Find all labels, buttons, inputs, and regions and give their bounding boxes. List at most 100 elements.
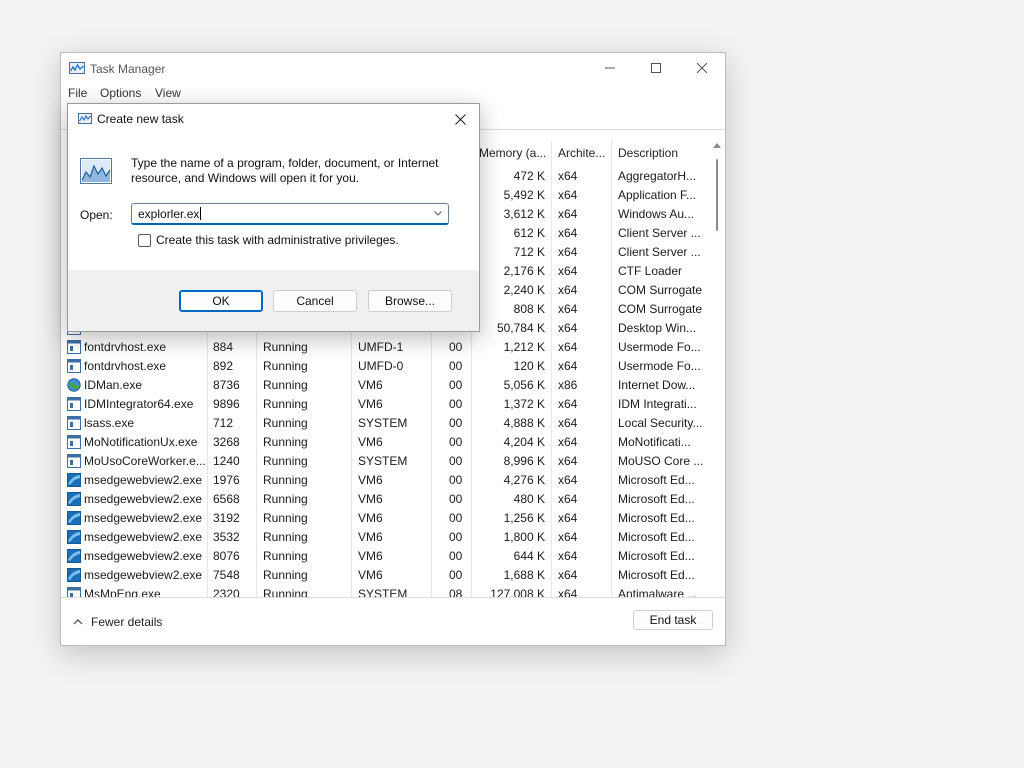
- task-manager-titlebar[interactable]: Task Manager: [61, 53, 725, 83]
- maximize-button[interactable]: [633, 53, 679, 83]
- column-header-description[interactable]: Description: [618, 141, 708, 165]
- minimize-button[interactable]: [587, 53, 633, 83]
- cancel-button[interactable]: Cancel: [273, 290, 357, 312]
- cell-pid: 6568: [213, 492, 240, 506]
- close-icon: [454, 113, 466, 125]
- scroll-up-arrow-icon[interactable]: [713, 143, 721, 148]
- cell-name: MsMpEng.exe: [84, 587, 161, 597]
- cell-name: msedgewebview2.exe: [84, 511, 203, 525]
- dialog-footer: OK Cancel Browse...: [68, 270, 479, 331]
- cell-user: UMFD-1: [358, 340, 404, 354]
- table-row[interactable]: msedgewebview2.exe 7548 Running VM6 00 1,688 …: [61, 566, 707, 585]
- table-row[interactable]: fontdrvhost.exe 884 Running UMFD-1 00 1,212 K…: [61, 338, 707, 357]
- cell-memory: 3,612 K: [503, 207, 545, 221]
- cell-status: Running: [263, 530, 308, 544]
- cell-arch: x64: [558, 568, 578, 582]
- table-row[interactable]: fontdrvhost.exe 892 Running UMFD-0 00 120 K x6…: [61, 357, 707, 376]
- menu-options[interactable]: Options: [100, 86, 141, 100]
- ok-button[interactable]: OK: [179, 290, 263, 312]
- cell-arch: x64: [558, 435, 578, 449]
- cell-status: Running: [263, 492, 308, 506]
- table-row[interactable]: IDMan.exe 8736 Running VM6 00 5,056 K x86 Inter…: [61, 376, 707, 395]
- cell-cpu: 00: [449, 511, 463, 525]
- edge-webview-icon: [67, 549, 81, 563]
- table-row[interactable]: MoNotificationUx.exe 3268 Running VM6 00 4,20…: [61, 433, 707, 452]
- cell-status: Running: [263, 340, 308, 354]
- cell-status: Running: [263, 416, 308, 430]
- cell-description: Microsoft Ed...: [618, 549, 695, 563]
- cell-arch: x64: [558, 416, 578, 430]
- cell-cpu: 00: [449, 454, 463, 468]
- cell-memory: 1,688 K: [503, 568, 545, 582]
- cell-arch: x86: [558, 378, 578, 392]
- cell-description: Local Security...: [618, 416, 703, 430]
- table-row[interactable]: MsMpEng.exe 2320 Running SYSTEM 08 127,008 K x…: [61, 585, 707, 597]
- vertical-scrollbar[interactable]: [711, 143, 723, 597]
- table-row[interactable]: lsass.exe 712 Running SYSTEM 00 4,888 K x64 Loc…: [61, 414, 707, 433]
- cell-arch: x64: [558, 511, 578, 525]
- cell-status: Running: [263, 359, 308, 373]
- cell-description: Application F...: [618, 188, 697, 202]
- admin-privileges-checkbox-row[interactable]: Create this task with administrative pri…: [138, 233, 399, 247]
- cell-cpu: 00: [449, 530, 463, 544]
- cell-memory: 644 K: [513, 549, 545, 563]
- table-row[interactable]: msedgewebview2.exe 8076 Running VM6 00 644 K x…: [61, 547, 707, 566]
- cell-memory: 4,276 K: [503, 473, 545, 487]
- cell-memory: 4,204 K: [503, 435, 545, 449]
- cell-arch: x64: [558, 245, 578, 259]
- column-header-architecture[interactable]: Archite...: [558, 141, 610, 165]
- cell-description: COM Surrogate: [618, 302, 703, 316]
- fewer-details-toggle[interactable]: Fewer details: [73, 615, 162, 629]
- browse-button[interactable]: Browse...: [368, 290, 452, 312]
- cell-status: Running: [263, 435, 308, 449]
- chevron-down-icon[interactable]: [434, 209, 442, 217]
- cell-memory: 712 K: [513, 245, 545, 259]
- create-new-task-dialog: Create new task Type the name of a progr…: [67, 103, 480, 332]
- menu-view[interactable]: View: [155, 86, 181, 100]
- cell-memory: 1,800 K: [503, 530, 545, 544]
- dialog-body: Type the name of a program, folder, docu…: [68, 134, 479, 270]
- task-manager-icon: [69, 62, 85, 74]
- open-input-text[interactable]: explorler.ex: [138, 207, 202, 221]
- cell-name: msedgewebview2.exe: [84, 492, 203, 506]
- cell-memory: 8,996 K: [503, 454, 545, 468]
- column-header-memory[interactable]: Memory (a...: [479, 141, 549, 165]
- cell-status: Running: [263, 473, 308, 487]
- cell-pid: 1240: [213, 454, 240, 468]
- table-row[interactable]: msedgewebview2.exe 6568 Running VM6 00 480 K x…: [61, 490, 707, 509]
- table-row[interactable]: msedgewebview2.exe 3192 Running VM6 00 1,256 …: [61, 509, 707, 528]
- cell-arch: x64: [558, 321, 578, 335]
- cell-status: Running: [263, 568, 308, 582]
- cell-pid: 3532: [213, 530, 240, 544]
- table-row[interactable]: IDMIntegrator64.exe 9896 Running VM6 00 1,372…: [61, 395, 707, 414]
- edge-webview-icon: [67, 511, 81, 525]
- cell-memory: 1,256 K: [503, 511, 545, 525]
- minimize-icon: [605, 67, 615, 69]
- dialog-close-button[interactable]: [448, 108, 472, 130]
- admin-privileges-label[interactable]: Create this task with administrative pri…: [156, 233, 399, 247]
- cell-arch: x64: [558, 359, 578, 373]
- close-button[interactable]: [679, 53, 725, 83]
- scroll-thumb[interactable]: [716, 159, 718, 231]
- cell-pid: 3192: [213, 511, 240, 525]
- text-caret: [200, 207, 202, 220]
- cell-description: Microsoft Ed...: [618, 568, 695, 582]
- cell-arch: x64: [558, 207, 578, 221]
- cell-arch: x64: [558, 492, 578, 506]
- cell-user: VM6: [358, 549, 383, 563]
- dialog-titlebar[interactable]: Create new task: [68, 104, 479, 134]
- cell-memory: 127,008 K: [490, 587, 545, 597]
- open-combobox[interactable]: explorler.ex: [131, 203, 449, 225]
- generic-app-icon: [67, 587, 81, 597]
- menu-file[interactable]: File: [68, 86, 87, 100]
- cell-status: Running: [263, 549, 308, 563]
- end-task-button[interactable]: End task: [633, 610, 713, 630]
- cell-pid: 892: [213, 359, 234, 373]
- table-row[interactable]: MoUsoCoreWorker.e... 1240 Running SYSTEM 00 8…: [61, 452, 707, 471]
- chevron-up-icon: [73, 619, 83, 625]
- table-row[interactable]: msedgewebview2.exe 3532 Running VM6 00 1,800 …: [61, 528, 707, 547]
- admin-privileges-checkbox[interactable]: [138, 233, 151, 247]
- cell-memory: 1,372 K: [503, 397, 545, 411]
- cell-cpu: 00: [449, 378, 463, 392]
- table-row[interactable]: msedgewebview2.exe 1976 Running VM6 00 4,276 …: [61, 471, 707, 490]
